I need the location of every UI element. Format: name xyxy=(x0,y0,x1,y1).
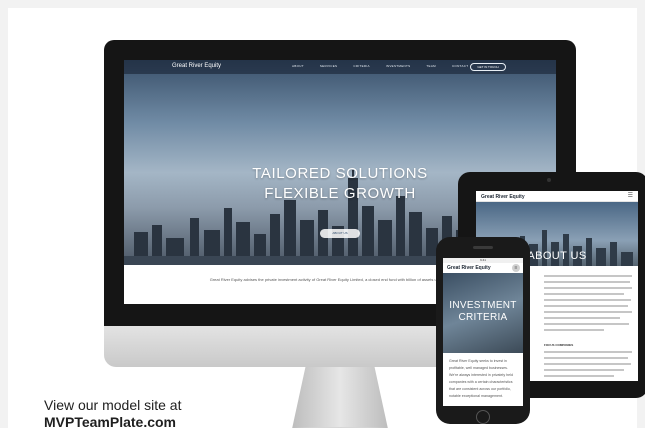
nav-links: ABOUT SERVICES CRITERIA INVESTMENTS TEAM… xyxy=(292,64,468,68)
tablet-subheading: FOCUS COMPANIES xyxy=(544,343,574,347)
phone-site-logo[interactable]: Great River Equity xyxy=(447,265,491,271)
phone-home-button[interactable] xyxy=(476,410,490,424)
get-in-touch-button[interactable]: GET IN TOUCH xyxy=(470,63,506,71)
phone-hero-title-line2: CRITERIA xyxy=(458,312,508,323)
hamburger-icon[interactable]: ☰ xyxy=(628,193,633,200)
tablet-body-text xyxy=(544,275,634,335)
nav-link-services[interactable]: SERVICES xyxy=(320,64,338,68)
phone-website-screen: 9:41 Great River Equity ≡ INVESTMENT CRI… xyxy=(443,258,523,406)
phone-hero-title: INVESTMENT CRITERIA xyxy=(443,300,523,324)
phone-speaker xyxy=(473,246,493,249)
tablet-site-logo[interactable]: Great River Equity xyxy=(481,194,525,200)
nav-link-contact[interactable]: CONTACT xyxy=(452,64,468,68)
site-logo[interactable]: Great River Equity xyxy=(172,63,221,69)
nav-link-investments[interactable]: INVESTMENTS xyxy=(386,64,411,68)
caption-text: View our model site at xyxy=(44,397,182,413)
caption: View our model site at MVPTeamPlate.com xyxy=(44,397,181,428)
nav-link-about[interactable]: ABOUT xyxy=(292,64,304,68)
phone-device: 9:41 Great River Equity ≡ INVESTMENT CRI… xyxy=(436,237,530,424)
hero-about-button[interactable]: ABOUT US xyxy=(320,229,360,238)
phone-hero-title-line1: INVESTMENT xyxy=(449,300,517,311)
phone-hero: INVESTMENT CRITERIA xyxy=(443,273,523,353)
phone-nav-bar: Great River Equity ≡ xyxy=(443,263,523,273)
phone-body-text: Great River Equity seeks to invest in pr… xyxy=(449,359,513,398)
caption-link[interactable]: MVPTeamPlate.com xyxy=(44,414,181,428)
intro-paragraph: Great River Equity advises the private i… xyxy=(209,277,471,282)
tablet-body-text-2 xyxy=(544,351,634,381)
hamburger-icon[interactable]: ≡ xyxy=(512,264,520,272)
monitor-stand-neck xyxy=(292,367,388,428)
desktop-nav-bar: Great River Equity ABOUT SERVICES CRITER… xyxy=(124,60,556,74)
nav-link-team[interactable]: TEAM xyxy=(426,64,436,68)
tablet-nav-bar: Great River Equity ☰ xyxy=(476,191,638,202)
tablet-camera xyxy=(547,178,551,182)
nav-link-criteria[interactable]: CRITERIA xyxy=(353,64,369,68)
